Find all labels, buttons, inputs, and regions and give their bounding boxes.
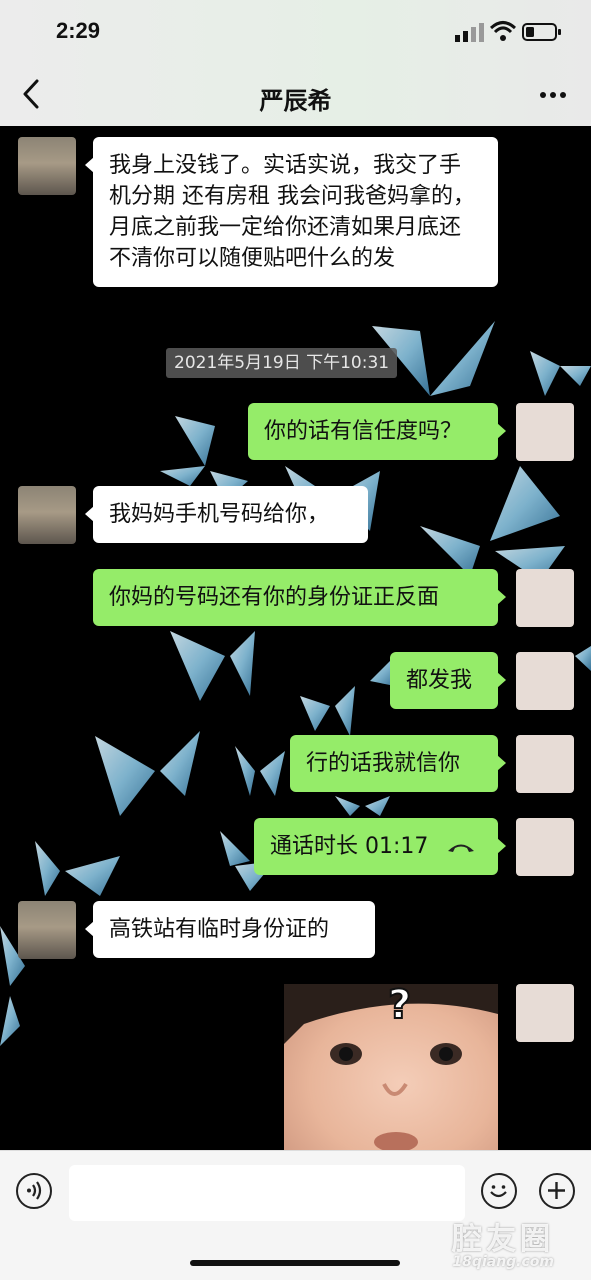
question-mark-label: ? <box>387 984 412 1029</box>
wifi-icon <box>490 21 516 41</box>
add-more-button[interactable] <box>539 1173 575 1209</box>
incoming-message[interactable]: 高铁站有临时身份证的 <box>85 901 375 958</box>
chat-title: 严辰希 <box>259 87 332 115</box>
cellular-signal-icon <box>455 23 484 42</box>
emoji-icon <box>490 1185 507 1198</box>
watermark-text: 腔友圈 <box>452 1222 554 1257</box>
outgoing-message[interactable]: 都发我 <box>390 652 506 709</box>
my-avatar[interactable] <box>516 569 574 627</box>
plus-icon <box>548 1182 565 1199</box>
contact-avatar[interactable] <box>18 901 76 959</box>
more-options-icon[interactable] <box>539 90 567 100</box>
watermark-url: 18qiang.com <box>452 1254 554 1270</box>
incoming-message[interactable]: 我身上没钱了。实话实说，我交了手机分期 还有房租 我会问我爸妈拿的，月底之前我一… <box>85 137 498 287</box>
call-duration-text: 通话时长 01:17 <box>270 834 429 859</box>
top-bar: 2:29 严辰希 <box>0 0 591 126</box>
contact-avatar[interactable] <box>18 137 76 195</box>
my-avatar[interactable] <box>516 403 574 461</box>
contact-avatar[interactable] <box>18 486 76 544</box>
my-avatar[interactable] <box>516 984 574 1042</box>
emoji-button[interactable] <box>481 1173 517 1209</box>
voice-icon <box>27 1181 42 1200</box>
message-timestamp: 2021年5月19日 下午10:31 <box>166 348 398 378</box>
battery-icon <box>522 23 561 41</box>
outgoing-message[interactable]: 行的话我就信你 <box>290 735 506 792</box>
my-avatar[interactable] <box>516 818 574 876</box>
voice-input-button[interactable] <box>16 1173 52 1209</box>
chat-area[interactable]: 我身上没钱了。实话实说，我交了手机分期 还有房租 我会问我爸妈拿的，月底之前我一… <box>0 126 591 1150</box>
outgoing-message[interactable]: 你妈的号码还有你的身份证正反面 <box>93 569 506 626</box>
my-avatar[interactable] <box>516 735 574 793</box>
message-input[interactable] <box>69 1165 465 1221</box>
home-indicator[interactable] <box>190 1260 400 1266</box>
watermark: 腔友圈 18qiang.com <box>452 1214 554 1270</box>
outgoing-message[interactable]: 你的话有信任度吗？ <box>248 403 506 460</box>
status-time: 2:29 <box>56 18 101 43</box>
hangup-phone-icon <box>448 844 475 852</box>
incoming-message[interactable]: 我妈妈手机号码给你， <box>85 486 368 543</box>
call-duration-message[interactable]: 通话时长 01:17 <box>254 818 506 875</box>
sticker-image[interactable]: ? <box>284 984 498 1150</box>
my-avatar[interactable] <box>516 652 574 710</box>
